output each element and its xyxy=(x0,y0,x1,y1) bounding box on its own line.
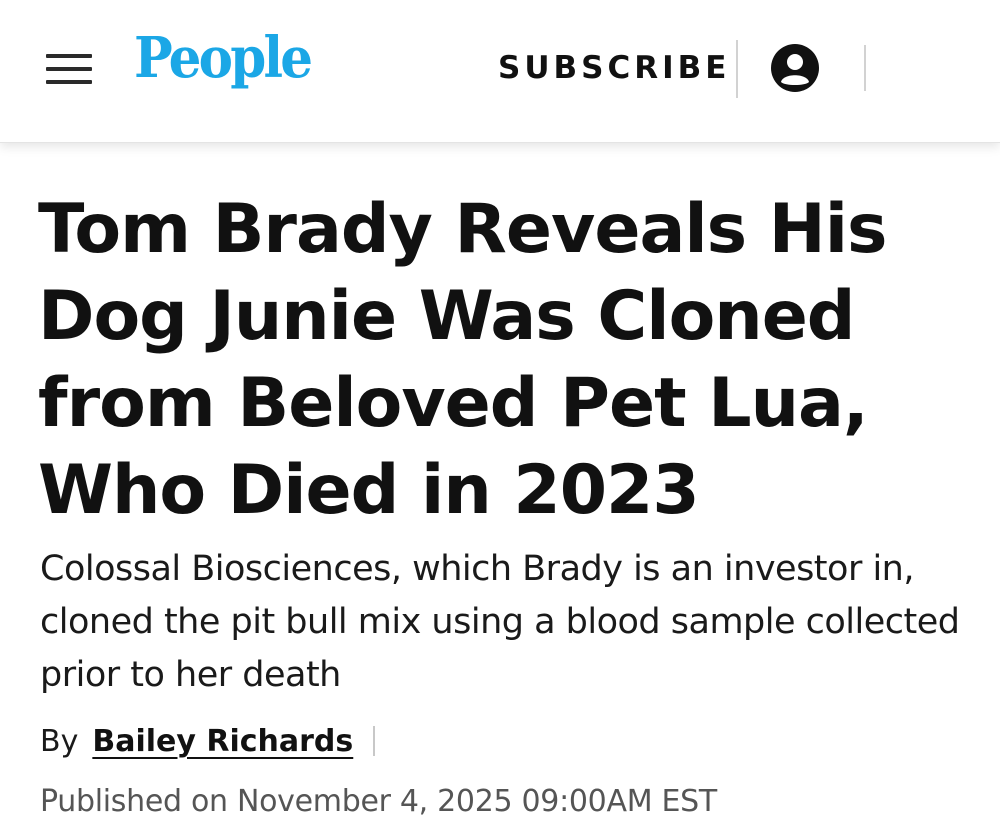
menu-line xyxy=(46,67,92,71)
author-link[interactable]: Bailey Richards xyxy=(92,724,353,759)
site-header: People SUBSCRIBE xyxy=(0,0,1000,143)
article-dek: Colossal Biosciences, which Brady is an … xyxy=(40,549,960,695)
publish-date: Published on November 4, 2025 09:00AM ES… xyxy=(40,784,717,819)
user-account-icon[interactable] xyxy=(770,43,820,93)
byline-divider xyxy=(373,726,376,756)
byline-prefix: By xyxy=(40,723,79,759)
byline: By Bailey Richards xyxy=(40,716,376,766)
menu-line xyxy=(46,54,92,58)
hamburger-menu-icon[interactable] xyxy=(46,54,92,84)
menu-line xyxy=(46,80,92,84)
article-headline: Tom Brady Reveals His Dog Junie Was Clon… xyxy=(38,190,888,530)
header-divider xyxy=(864,45,866,91)
site-logo[interactable]: People xyxy=(134,30,313,86)
header-divider xyxy=(736,40,738,98)
subscribe-button[interactable]: SUBSCRIBE xyxy=(498,50,730,86)
